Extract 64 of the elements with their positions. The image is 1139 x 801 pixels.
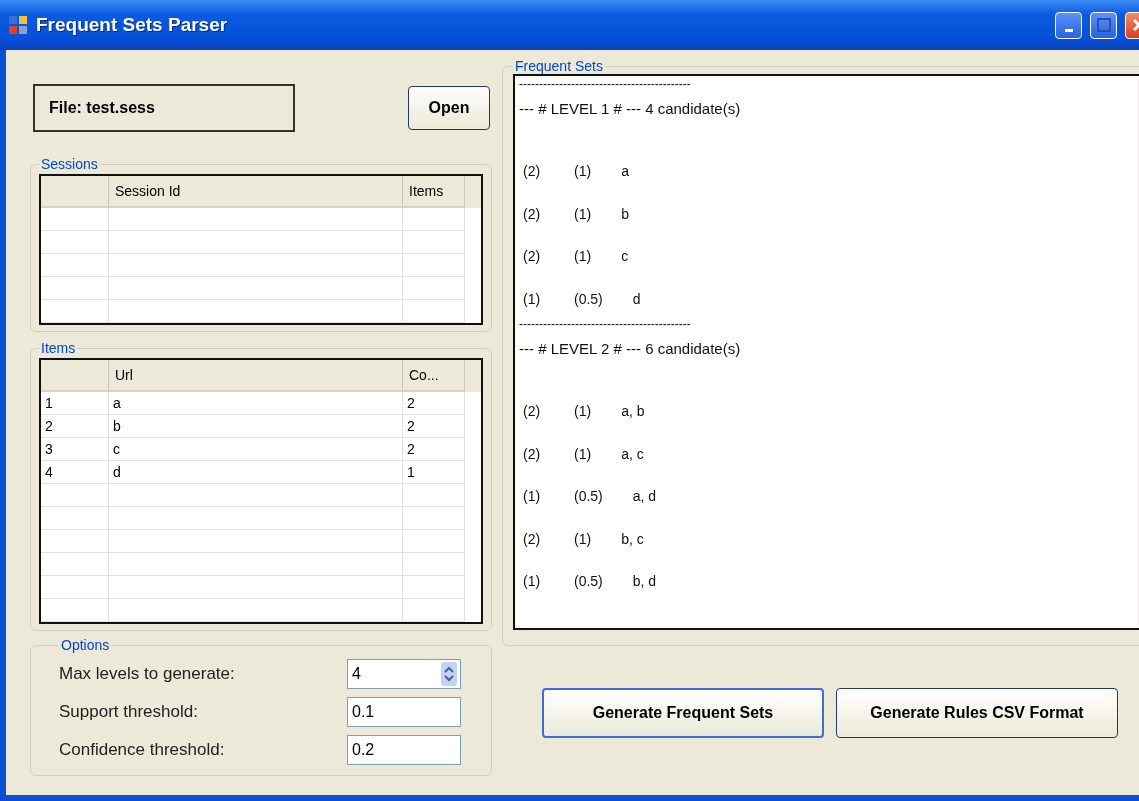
itemset-text: a, c: [621, 445, 644, 462]
option-label: Support threshold:: [59, 702, 199, 722]
itemset-text: a: [621, 163, 629, 180]
itemset-text: b: [621, 205, 629, 222]
support-count: (1): [523, 290, 541, 307]
table-cell: 2: [403, 438, 465, 461]
itemset-text: a, d: [632, 488, 657, 505]
input-field[interactable]: 0.2: [347, 735, 461, 765]
support-value: (1): [574, 248, 592, 265]
support-count: (2): [523, 205, 541, 222]
support-count: (2): [523, 530, 541, 547]
table-cell: 2: [41, 415, 109, 438]
itemset-text: c: [621, 248, 629, 265]
input-field[interactable]: 0.1: [347, 697, 461, 727]
level-header: --- # LEVEL 1 # --- 4 candidate(s): [519, 100, 741, 117]
group-title: Sessions: [40, 156, 99, 172]
support-value: (1): [574, 530, 592, 547]
support-value: (0.5): [574, 290, 603, 307]
support-count: (1): [523, 573, 541, 590]
maximize-icon: [1095, 17, 1112, 33]
support-count: (1): [523, 488, 541, 505]
table-cell: 2: [403, 415, 465, 438]
generate-button[interactable]: Generate Frequent Sets: [542, 688, 824, 738]
table-cell: b: [109, 415, 403, 438]
table-cell: 1: [41, 392, 109, 415]
option-label: Confidence threshold:: [59, 740, 226, 760]
app-icon: [8, 15, 28, 35]
generate-button[interactable]: Generate Rules CSV Format: [836, 688, 1118, 738]
support-count: (2): [523, 445, 541, 462]
support-count: (2): [523, 403, 541, 420]
support-value: (1): [574, 163, 592, 180]
window-title: Frequent Sets Parser: [36, 14, 229, 36]
column-header[interactable]: Co...: [403, 360, 465, 392]
maximize-button[interactable]: [1090, 11, 1117, 39]
itemset-text: a, b: [621, 403, 645, 420]
itemset-text: d: [632, 290, 641, 307]
open-button[interactable]: Open: [408, 86, 490, 130]
minimize-button[interactable]: [1055, 11, 1082, 39]
column-header[interactable]: Url: [109, 360, 403, 392]
column-header[interactable]: Session Id: [109, 176, 403, 208]
spin-arrows-icon[interactable]: [441, 662, 457, 686]
separator-text: -------------------------------------------: [519, 317, 691, 331]
level-header: --- # LEVEL 2 # --- 6 candidate(s): [519, 340, 741, 357]
group-title: Items: [40, 340, 77, 356]
option-label: Max levels to generate:: [59, 664, 236, 684]
support-value: (0.5): [574, 573, 603, 590]
table-cell: 2: [403, 392, 465, 415]
group-title: Frequent Sets: [514, 58, 604, 74]
support-value: (1): [574, 205, 592, 222]
separator-text: -------------------------------------------: [519, 77, 691, 91]
support-value: (0.5): [574, 488, 603, 505]
file-label: File: test.sess: [33, 84, 295, 132]
table-cell: 3: [41, 438, 109, 461]
group-title: Options: [60, 637, 111, 653]
minimize-icon: [1064, 28, 1073, 32]
support-count: (2): [523, 248, 541, 265]
itemset-text: b, c: [621, 530, 644, 547]
column-header[interactable]: Items: [403, 176, 465, 208]
table-cell: c: [109, 438, 403, 461]
support-count: (2): [523, 163, 541, 180]
support-value: (1): [574, 445, 592, 462]
support-value: (1): [574, 403, 592, 420]
table-cell: a: [109, 392, 403, 415]
itemset-text: b, d: [632, 573, 657, 590]
